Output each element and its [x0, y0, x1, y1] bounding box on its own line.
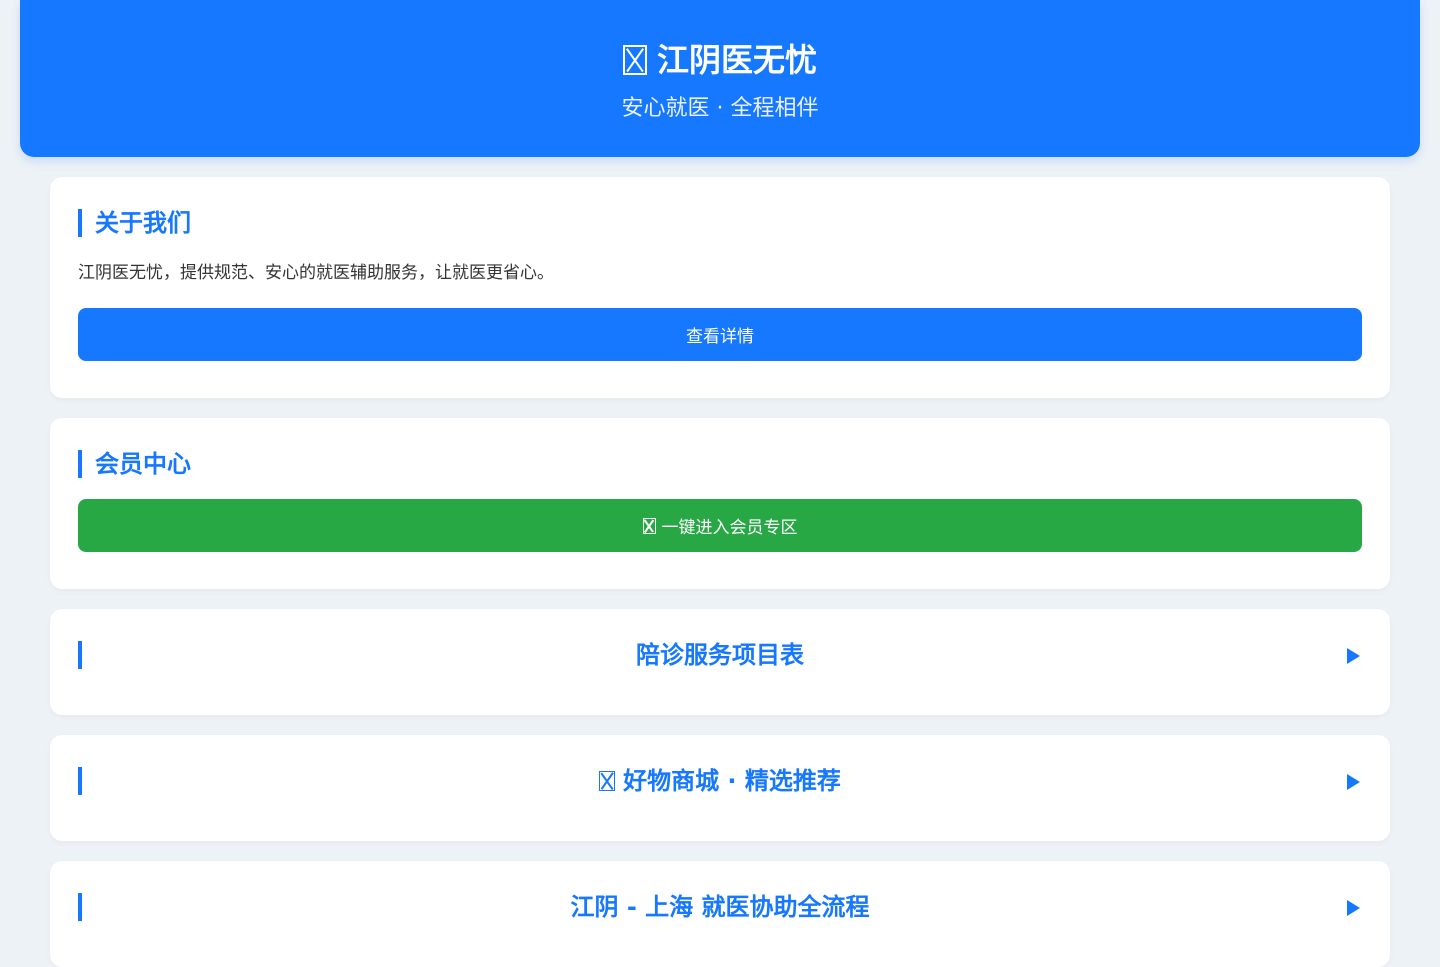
missing-glyph-icon — [642, 517, 656, 534]
app-subtitle: 安心就医 · 全程相伴 — [621, 96, 819, 121]
process-collapse[interactable]: 江阴 - 上海 就医协助全流程 — [50, 861, 1390, 967]
service-list-title: 陪诊服务项目表 — [50, 640, 1390, 670]
enter-member-zone-button[interactable]: 一键进入会员专区 — [78, 499, 1362, 552]
app-title: 江阴医无忧 — [20, 38, 1420, 82]
view-details-label: 查看详情 — [686, 327, 754, 347]
view-details-button[interactable]: 查看详情 — [78, 308, 1362, 361]
app-header: 江阴医无忧 安心就医 · 全程相伴 — [20, 0, 1420, 157]
missing-glyph-icon — [622, 45, 647, 75]
about-description: 江阴医无忧，提供规范、安心的就医辅助服务，让就医更省心。 — [78, 263, 554, 283]
process-title-text: 江阴 - 上海 就医协助全流程 — [570, 893, 870, 921]
about-card: 关于我们 江阴医无忧，提供规范、安心的就医辅助服务，让就医更省心。 查看详情 — [50, 177, 1390, 398]
member-card: 会员中心 一键进入会员专区 — [50, 418, 1390, 589]
about-title: 关于我们 — [78, 209, 191, 237]
member-title: 会员中心 — [78, 450, 191, 478]
mall-collapse[interactable]: 好物商城 · 精选推荐 — [50, 735, 1390, 841]
enter-member-zone-label: 一键进入会员专区 — [661, 518, 798, 538]
process-title: 江阴 - 上海 就医协助全流程 — [50, 892, 1390, 922]
service-list-title-text: 陪诊服务项目表 — [636, 641, 804, 669]
service-list-collapse[interactable]: 陪诊服务项目表 — [50, 609, 1390, 715]
expand-arrow-icon[interactable] — [1347, 774, 1360, 790]
missing-glyph-icon — [599, 771, 616, 791]
mall-title-text: 好物商城 · 精选推荐 — [623, 767, 841, 795]
expand-arrow-icon[interactable] — [1347, 900, 1360, 916]
app-title-text: 江阴医无忧 — [656, 41, 817, 79]
mall-title: 好物商城 · 精选推荐 — [50, 766, 1390, 796]
expand-arrow-icon[interactable] — [1347, 648, 1360, 664]
